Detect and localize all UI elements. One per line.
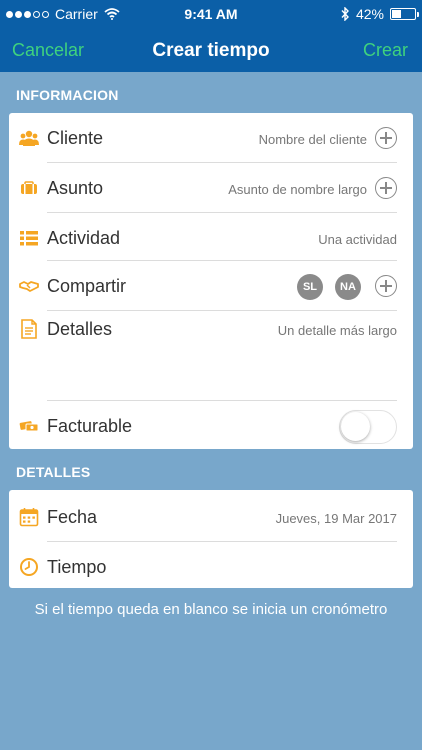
money-icon <box>19 421 39 432</box>
section-header-detalles: DETALLES <box>16 464 91 480</box>
avatar-na[interactable]: NA <box>335 274 361 300</box>
facturable-row: Facturable <box>9 401 413 449</box>
timer-hint: Si el tiempo queda en blanco se inicia u… <box>34 601 388 618</box>
top-bar: Carrier 9:41 AM 42% Cancelar Crear tiemp… <box>0 0 422 72</box>
calendar-icon <box>19 508 39 527</box>
detalles-label: Detalles <box>47 319 113 339</box>
cliente-row[interactable]: Cliente Nombre del cliente <box>9 113 413 163</box>
create-button[interactable]: Crear <box>363 40 408 61</box>
status-bar: Carrier 9:41 AM 42% <box>0 0 422 28</box>
actividad-label: Actividad <box>47 228 121 248</box>
facturable-toggle[interactable] <box>339 410 397 444</box>
facturable-label: Facturable <box>47 416 133 436</box>
navigation-bar: Cancelar Crear tiempo Crear <box>0 34 422 68</box>
cliente-label: Cliente <box>47 128 104 148</box>
page-title: Crear tiempo <box>152 40 270 61</box>
asunto-row[interactable]: Asunto Asunto de nombre largo <box>9 163 413 213</box>
avatar-sl[interactable]: SL <box>297 274 323 300</box>
detalles-value: Un detalle más largo <box>277 323 397 338</box>
toggle-knob <box>341 412 370 441</box>
fecha-row[interactable]: Fecha Jueves, 19 Mar 2017 <box>9 492 413 542</box>
fecha-label: Fecha <box>47 507 98 527</box>
asunto-label: Asunto <box>47 178 104 198</box>
briefcase-icon <box>21 181 37 194</box>
compartir-label: Compartir <box>47 276 127 296</box>
handshake-icon <box>19 281 39 292</box>
battery-icon <box>390 8 419 20</box>
fecha-value: Jueves, 19 Mar 2017 <box>275 511 397 526</box>
bluetooth-icon <box>341 7 349 21</box>
actividad-row[interactable]: Actividad Una actividad <box>9 213 413 261</box>
cliente-value: Nombre del cliente <box>258 132 367 147</box>
informacion-card: Cliente Nombre del cliente Asunto Asunto… <box>9 113 413 449</box>
document-icon <box>21 319 37 339</box>
add-asunto-button[interactable] <box>375 177 397 199</box>
actividad-value: Una actividad <box>318 232 397 247</box>
tiempo-row[interactable]: Tiempo <box>9 542 413 588</box>
tiempo-label: Tiempo <box>47 557 107 577</box>
users-icon <box>19 130 39 146</box>
battery-percent: 42% <box>355 6 384 22</box>
clock-icon <box>20 558 38 576</box>
list-icon <box>20 231 38 246</box>
detalles-row[interactable]: Detalles Un detalle más largo <box>9 311 413 401</box>
add-compartir-button[interactable] <box>375 275 397 297</box>
status-right: 42% <box>341 6 419 22</box>
detalles-card: Fecha Jueves, 19 Mar 2017 Tiempo <box>9 490 413 588</box>
add-cliente-button[interactable] <box>375 127 397 149</box>
asunto-value: Asunto de nombre largo <box>228 182 367 197</box>
compartir-row[interactable]: Compartir SL NA <box>9 261 413 311</box>
section-header-informacion: INFORMACION <box>16 87 119 103</box>
